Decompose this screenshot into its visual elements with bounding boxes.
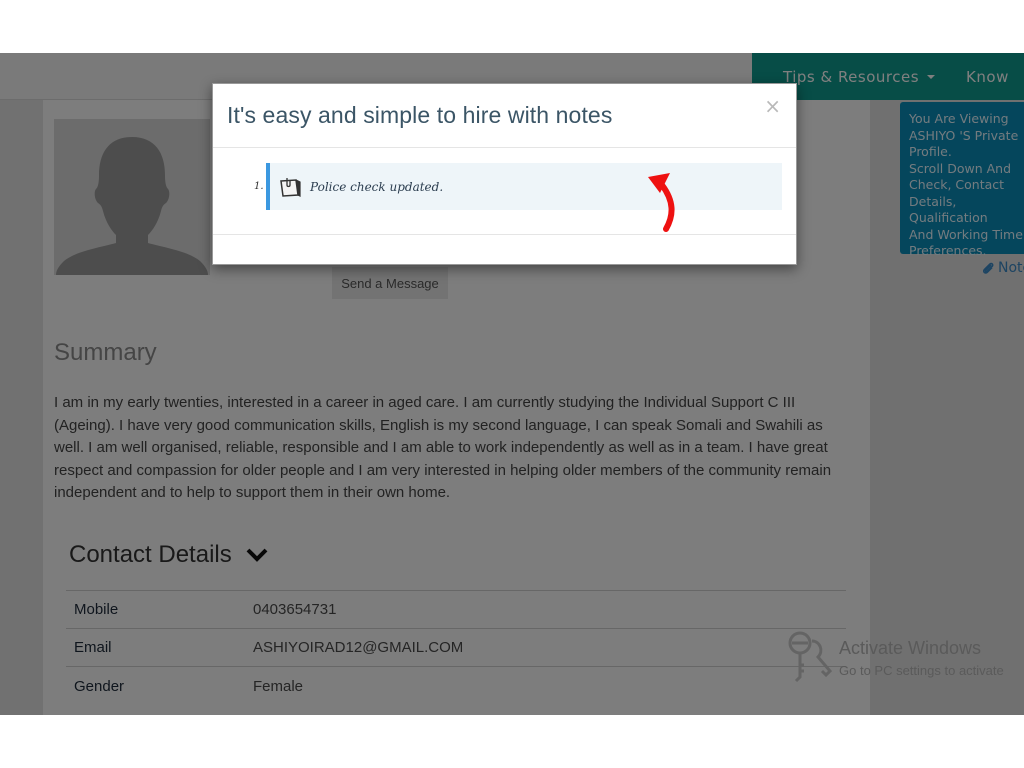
modal-header: It's easy and simple to hire with notes …: [213, 84, 796, 148]
red-annotation-arrow-icon: [648, 173, 675, 232]
note-text: Police check updated.: [310, 179, 444, 194]
note-item: Police check updated.: [266, 163, 782, 210]
notes-modal: It's easy and simple to hire with notes …: [212, 83, 797, 265]
sticky-note-icon: [280, 177, 301, 197]
modal-body: 1. Police check updated.: [213, 148, 796, 235]
modal-title: It's easy and simple to hire with notes: [227, 102, 613, 128]
close-icon[interactable]: ×: [764, 94, 781, 118]
browser-viewport: Tips & Resources Know Send a Message Sum…: [0, 53, 1024, 715]
note-number: 1.: [254, 181, 264, 192]
